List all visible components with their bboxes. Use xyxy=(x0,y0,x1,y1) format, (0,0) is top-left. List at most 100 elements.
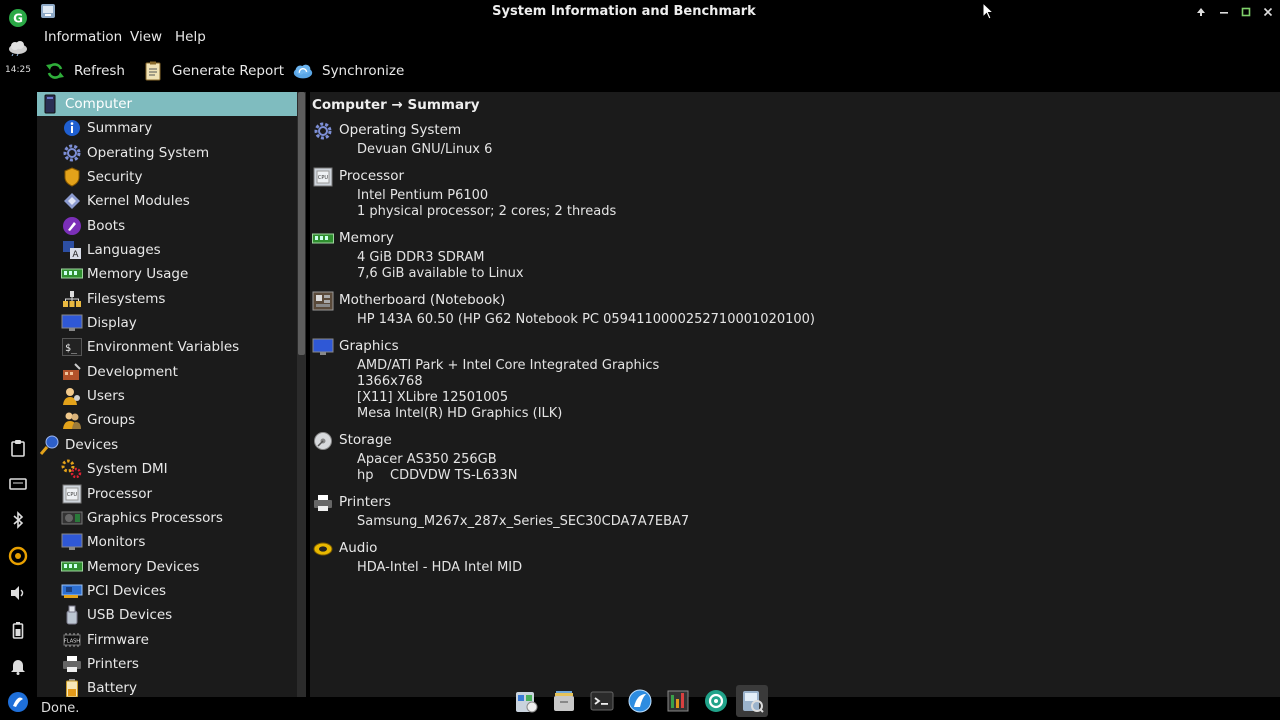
processor-model: Intel Pentium P6100 xyxy=(357,188,489,203)
tree-item-monitors[interactable]: Monitors xyxy=(37,530,297,554)
monitor-icon xyxy=(61,312,83,334)
gear-icon xyxy=(312,120,334,142)
tree-item-system-dmi[interactable]: System DMI xyxy=(37,457,297,481)
taskbar xyxy=(508,682,774,720)
tree-item-pci-devices[interactable]: PCI Devices xyxy=(37,579,297,603)
menu-help[interactable]: Help xyxy=(175,29,206,45)
status-bar: Done. xyxy=(36,698,496,720)
tree-item-languages[interactable]: A Languages xyxy=(37,238,297,262)
os-value: Devuan GNU/Linux 6 xyxy=(357,142,493,157)
shield-icon xyxy=(61,166,83,188)
info-icon xyxy=(61,117,83,139)
tree-item-printers[interactable]: Printers xyxy=(37,652,297,676)
tree-item-security[interactable]: Security xyxy=(37,165,297,189)
graphics-adapter: AMD/ATI Park + Intel Core Integrated Gra… xyxy=(357,358,660,373)
section-title: Processor xyxy=(339,168,405,184)
printer-icon xyxy=(312,492,334,514)
tree-item-boots[interactable]: Boots xyxy=(37,214,297,238)
tree-item-kernel-modules[interactable]: Kernel Modules xyxy=(37,189,297,213)
graphics-x11: [X11] XLibre 12501005 xyxy=(357,390,509,405)
browser-icon[interactable] xyxy=(624,685,656,717)
refresh-icon xyxy=(44,60,66,82)
bluetooth-icon[interactable] xyxy=(6,508,30,532)
tree-item-firmware[interactable]: FLASH Firmware xyxy=(37,628,297,652)
svg-text:CPU: CPU xyxy=(318,175,329,181)
refresh-button[interactable]: Refresh xyxy=(44,59,125,83)
filesystem-icon xyxy=(61,288,83,310)
tree-item-environment-variables[interactable]: $_ Environment Variables xyxy=(37,335,297,359)
title-bar: System Information and Benchmark xyxy=(36,0,1280,24)
tree-item-filesystems[interactable]: Filesystems xyxy=(37,287,297,311)
tree-item-computer[interactable]: Computer xyxy=(37,92,297,116)
battery-icon[interactable] xyxy=(6,618,30,642)
tree-scrollbar[interactable] xyxy=(297,92,306,697)
terminal-icon[interactable] xyxy=(586,685,618,717)
volume-icon[interactable] xyxy=(6,581,30,605)
minimize-button[interactable] xyxy=(1216,4,1232,20)
tree-scrollbar-thumb[interactable] xyxy=(298,92,305,355)
category-tree: Computer Summary Operating System Securi… xyxy=(37,92,297,697)
tree-item-groups[interactable]: Groups xyxy=(37,408,297,432)
pci-card-icon xyxy=(61,580,83,602)
printer-icon xyxy=(61,653,83,675)
tree-item-battery[interactable]: Battery xyxy=(37,676,297,697)
ram-icon xyxy=(312,228,334,250)
battery-icon xyxy=(61,677,83,697)
processor-cores: 1 physical processor; 2 cores; 2 threads xyxy=(357,204,617,219)
tree-item-operating-system[interactable]: Operating System xyxy=(37,141,297,165)
display-icon[interactable] xyxy=(6,472,30,496)
maximize-button[interactable] xyxy=(1238,4,1254,20)
tree-item-display[interactable]: Display xyxy=(37,311,297,335)
cpu-icon: CPU xyxy=(312,166,334,188)
clock[interactable]: 14:25 xyxy=(0,65,36,75)
tree-item-graphics-processors[interactable]: Graphics Processors xyxy=(37,506,297,530)
cpu-icon: CPU xyxy=(61,483,83,505)
tree-item-users[interactable]: Users xyxy=(37,384,297,408)
gear-icon xyxy=(61,142,83,164)
monitor-icon xyxy=(312,336,334,358)
network-icon[interactable] xyxy=(6,544,30,568)
camera-app-icon[interactable] xyxy=(700,685,732,717)
tree-item-development[interactable]: Development xyxy=(37,360,297,384)
app-menu-icon[interactable] xyxy=(6,690,30,714)
hard-disk-icon xyxy=(312,430,334,452)
tree-item-processor[interactable]: CPU Processor xyxy=(37,482,297,506)
devices-icon xyxy=(39,434,61,456)
file-manager-icon[interactable] xyxy=(548,685,580,717)
weather-icon[interactable] xyxy=(6,36,30,60)
graphics-resolution: 1366x768 xyxy=(357,374,423,389)
dmi-icon xyxy=(61,458,83,480)
menu-view[interactable]: View xyxy=(130,29,162,45)
close-button[interactable] xyxy=(1260,4,1276,20)
refresh-label: Refresh xyxy=(74,63,125,79)
memory-available: 7,6 GiB available to Linux xyxy=(357,266,524,281)
task-manager-icon[interactable] xyxy=(662,685,694,717)
generate-report-button[interactable]: Generate Report xyxy=(142,59,284,83)
svg-text:CPU: CPU xyxy=(67,492,78,498)
rocket-icon xyxy=(61,215,83,237)
storage-ssd: Apacer AS350 256GB xyxy=(357,452,497,467)
clipboard-icon[interactable] xyxy=(6,436,30,460)
tree-item-memory-usage[interactable]: Memory Usage xyxy=(37,262,297,286)
tree-item-summary[interactable]: Summary xyxy=(37,116,297,140)
storage-optical: hp CDDVDW TS-L633N xyxy=(357,468,518,483)
keep-above-icon[interactable] xyxy=(1193,4,1209,20)
section-title: Graphics xyxy=(339,338,399,354)
tree-item-usb-devices[interactable]: USB Devices xyxy=(37,603,297,627)
software-center-icon[interactable] xyxy=(510,685,542,717)
section-title: Motherboard (Notebook) xyxy=(339,292,506,308)
menu-information[interactable]: Information xyxy=(44,29,122,45)
motherboard-icon xyxy=(312,290,334,312)
status-text: Done. xyxy=(41,701,80,716)
kernel-module-icon xyxy=(61,190,83,212)
user-icon xyxy=(61,385,83,407)
notifications-icon[interactable] xyxy=(6,654,30,678)
detail-header: Computer → Summary xyxy=(312,97,480,113)
section-title: Memory xyxy=(339,230,394,246)
update-icon[interactable]: G xyxy=(6,6,30,30)
synchronize-button[interactable]: Synchronize xyxy=(292,59,404,83)
tree-item-memory-devices[interactable]: Memory Devices xyxy=(37,555,297,579)
hardinfo-taskbar-icon[interactable] xyxy=(736,685,768,717)
mouse-cursor-icon xyxy=(982,1,995,24)
tree-item-devices[interactable]: Devices xyxy=(37,433,297,457)
